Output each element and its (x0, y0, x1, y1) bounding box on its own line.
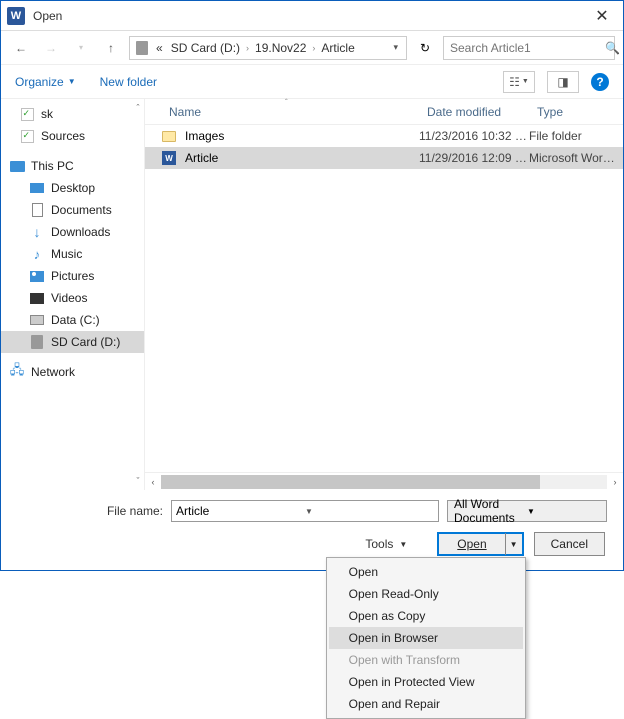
tree-item-music[interactable]: ♪Music (1, 243, 144, 265)
cancel-button[interactable]: Cancel (534, 532, 605, 556)
filename-dropdown-icon[interactable]: ▼ (301, 507, 434, 516)
up-button[interactable]: ↑ (99, 36, 123, 60)
pictures-icon (29, 268, 45, 284)
view-options-button[interactable]: ☷ ▼ (503, 71, 535, 93)
music-icon: ♪ (29, 246, 45, 262)
document-icon (29, 202, 45, 218)
tree-item-downloads[interactable]: ↓Downloads (1, 221, 144, 243)
filetype-filter[interactable]: All Word Documents ▼ (447, 500, 607, 522)
tree-item-sources[interactable]: Sources (1, 125, 144, 147)
disk-icon (29, 312, 45, 328)
search-icon[interactable]: 🔍 (605, 41, 620, 55)
tree-item-pictures[interactable]: Pictures (1, 265, 144, 287)
forward-button[interactable]: → (39, 36, 63, 60)
word-app-icon: W (7, 7, 25, 25)
help-icon[interactable]: ? (591, 73, 609, 91)
col-name[interactable]: Name (161, 105, 419, 119)
file-row-article[interactable]: WArticle 11/29/2016 12:09 … Microsoft Wo… (145, 147, 623, 169)
col-type[interactable]: Type (529, 105, 623, 119)
desktop-icon (29, 180, 45, 196)
menu-open-transform: Open with Transform (329, 649, 523, 671)
menu-open-copy[interactable]: Open as Copy (329, 605, 523, 627)
downloads-icon: ↓ (29, 224, 45, 240)
sort-indicator-icon: ˆ (285, 98, 288, 107)
tree-item-sdcard[interactable]: SD Card (D:) (1, 331, 144, 353)
tree-item-network[interactable]: 🖧Network (1, 361, 144, 383)
network-icon: 🖧 (9, 364, 25, 380)
open-split-button[interactable]: Open ▼ (437, 532, 523, 556)
file-list-pane: ˆ Name Date modified Type Images 11/23/2… (145, 99, 623, 490)
tools-menu[interactable]: Tools ▼ (365, 537, 407, 551)
col-date[interactable]: Date modified (419, 105, 529, 119)
scroll-right-icon[interactable]: › (607, 477, 623, 487)
crumb-2[interactable]: Article (319, 41, 356, 55)
horizontal-scrollbar[interactable]: ‹ › (145, 472, 623, 490)
tree-scroll-down[interactable]: ˇ (134, 476, 142, 486)
open-dialog: W Open ✕ ← → ▾ ↑ « SD Card (D:) › 19.Nov… (0, 0, 624, 571)
filter-dropdown-icon: ▼ (527, 507, 600, 516)
word-doc-icon: W (161, 150, 177, 166)
column-headers: ˆ Name Date modified Type (145, 99, 623, 125)
tree-item-documents[interactable]: Documents (1, 199, 144, 221)
file-rows[interactable]: Images 11/23/2016 10:32 … File folder WA… (145, 125, 623, 472)
open-button[interactable]: Open (439, 533, 505, 555)
filename-label: File name: (17, 504, 163, 518)
file-row-images[interactable]: Images 11/23/2016 10:32 … File folder (145, 125, 623, 147)
scroll-thumb[interactable] (161, 475, 540, 489)
nav-tree[interactable]: sk Sources This PC Desktop Documents ↓Do… (1, 99, 145, 490)
chevron-right-icon: › (246, 43, 249, 53)
new-folder-button[interactable]: New folder (100, 75, 157, 89)
crumb-prefix: « (154, 41, 165, 55)
window-title: Open (33, 9, 587, 23)
menu-open-protected[interactable]: Open in Protected View (329, 671, 523, 693)
dialog-body: sk Sources This PC Desktop Documents ↓Do… (1, 99, 623, 490)
filename-input[interactable]: Article ▼ (171, 500, 439, 522)
menu-open-browser[interactable]: Open in Browser (329, 627, 523, 649)
crumb-0[interactable]: SD Card (D:) (169, 41, 242, 55)
toolbar: Organize ▼ New folder ☷ ▼ ◨ ? (1, 65, 623, 99)
tree-scroll-up[interactable]: ˆ (134, 103, 142, 113)
folder-sync-icon (19, 106, 35, 122)
preview-pane-button[interactable]: ◨ (547, 71, 579, 93)
location-icon (134, 40, 150, 56)
breadcrumb[interactable]: « SD Card (D:) › 19.Nov22 › Article ▾ (129, 36, 407, 60)
menu-open-repair[interactable]: Open and Repair (329, 693, 523, 715)
title-bar: W Open ✕ (1, 1, 623, 31)
menu-open[interactable]: Open (329, 561, 523, 583)
breadcrumb-dropdown[interactable]: ▾ (389, 42, 402, 53)
tree-item-sk[interactable]: sk (1, 103, 144, 125)
scroll-track[interactable] (161, 475, 607, 489)
organize-menu[interactable]: Organize ▼ (15, 75, 76, 89)
folder-sync-icon (19, 128, 35, 144)
tree-item-videos[interactable]: Videos (1, 287, 144, 309)
videos-icon (29, 290, 45, 306)
crumb-1[interactable]: 19.Nov22 (253, 41, 308, 55)
tree-item-data-c[interactable]: Data (C:) (1, 309, 144, 331)
tree-item-thispc[interactable]: This PC (1, 155, 144, 177)
open-dropdown-button[interactable]: ▼ (506, 540, 522, 549)
dialog-footer: File name: Article ▼ All Word Documents … (1, 490, 623, 570)
menu-open-readonly[interactable]: Open Read-Only (329, 583, 523, 605)
thispc-icon (9, 158, 25, 174)
tree-item-desktop[interactable]: Desktop (1, 177, 144, 199)
refresh-button[interactable]: ↻ (413, 36, 437, 60)
recent-dropdown[interactable]: ▾ (69, 36, 93, 60)
chevron-right-icon: › (312, 43, 315, 53)
search-input[interactable] (450, 41, 605, 55)
open-dropdown-menu: Open Open Read-Only Open as Copy Open in… (326, 557, 526, 719)
scroll-left-icon[interactable]: ‹ (145, 477, 161, 487)
back-button[interactable]: ← (9, 36, 33, 60)
chevron-down-icon: ▼ (399, 540, 407, 549)
sdcard-icon (29, 334, 45, 350)
folder-icon (161, 128, 177, 144)
nav-bar: ← → ▾ ↑ « SD Card (D:) › 19.Nov22 › Arti… (1, 31, 623, 65)
close-button[interactable]: ✕ (587, 1, 617, 31)
search-box[interactable]: 🔍 (443, 36, 615, 60)
chevron-down-icon: ▼ (68, 77, 76, 86)
filename-value: Article (176, 504, 301, 518)
